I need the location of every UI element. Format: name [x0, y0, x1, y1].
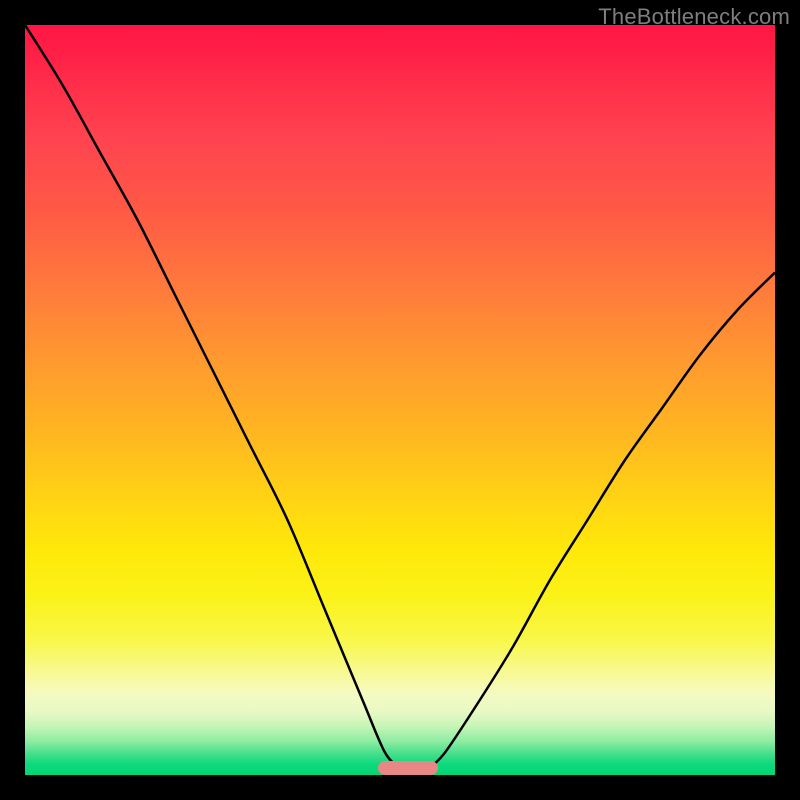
chart-frame — [25, 25, 775, 775]
chart-gradient-background — [25, 25, 775, 775]
valley-marker — [378, 761, 438, 775]
